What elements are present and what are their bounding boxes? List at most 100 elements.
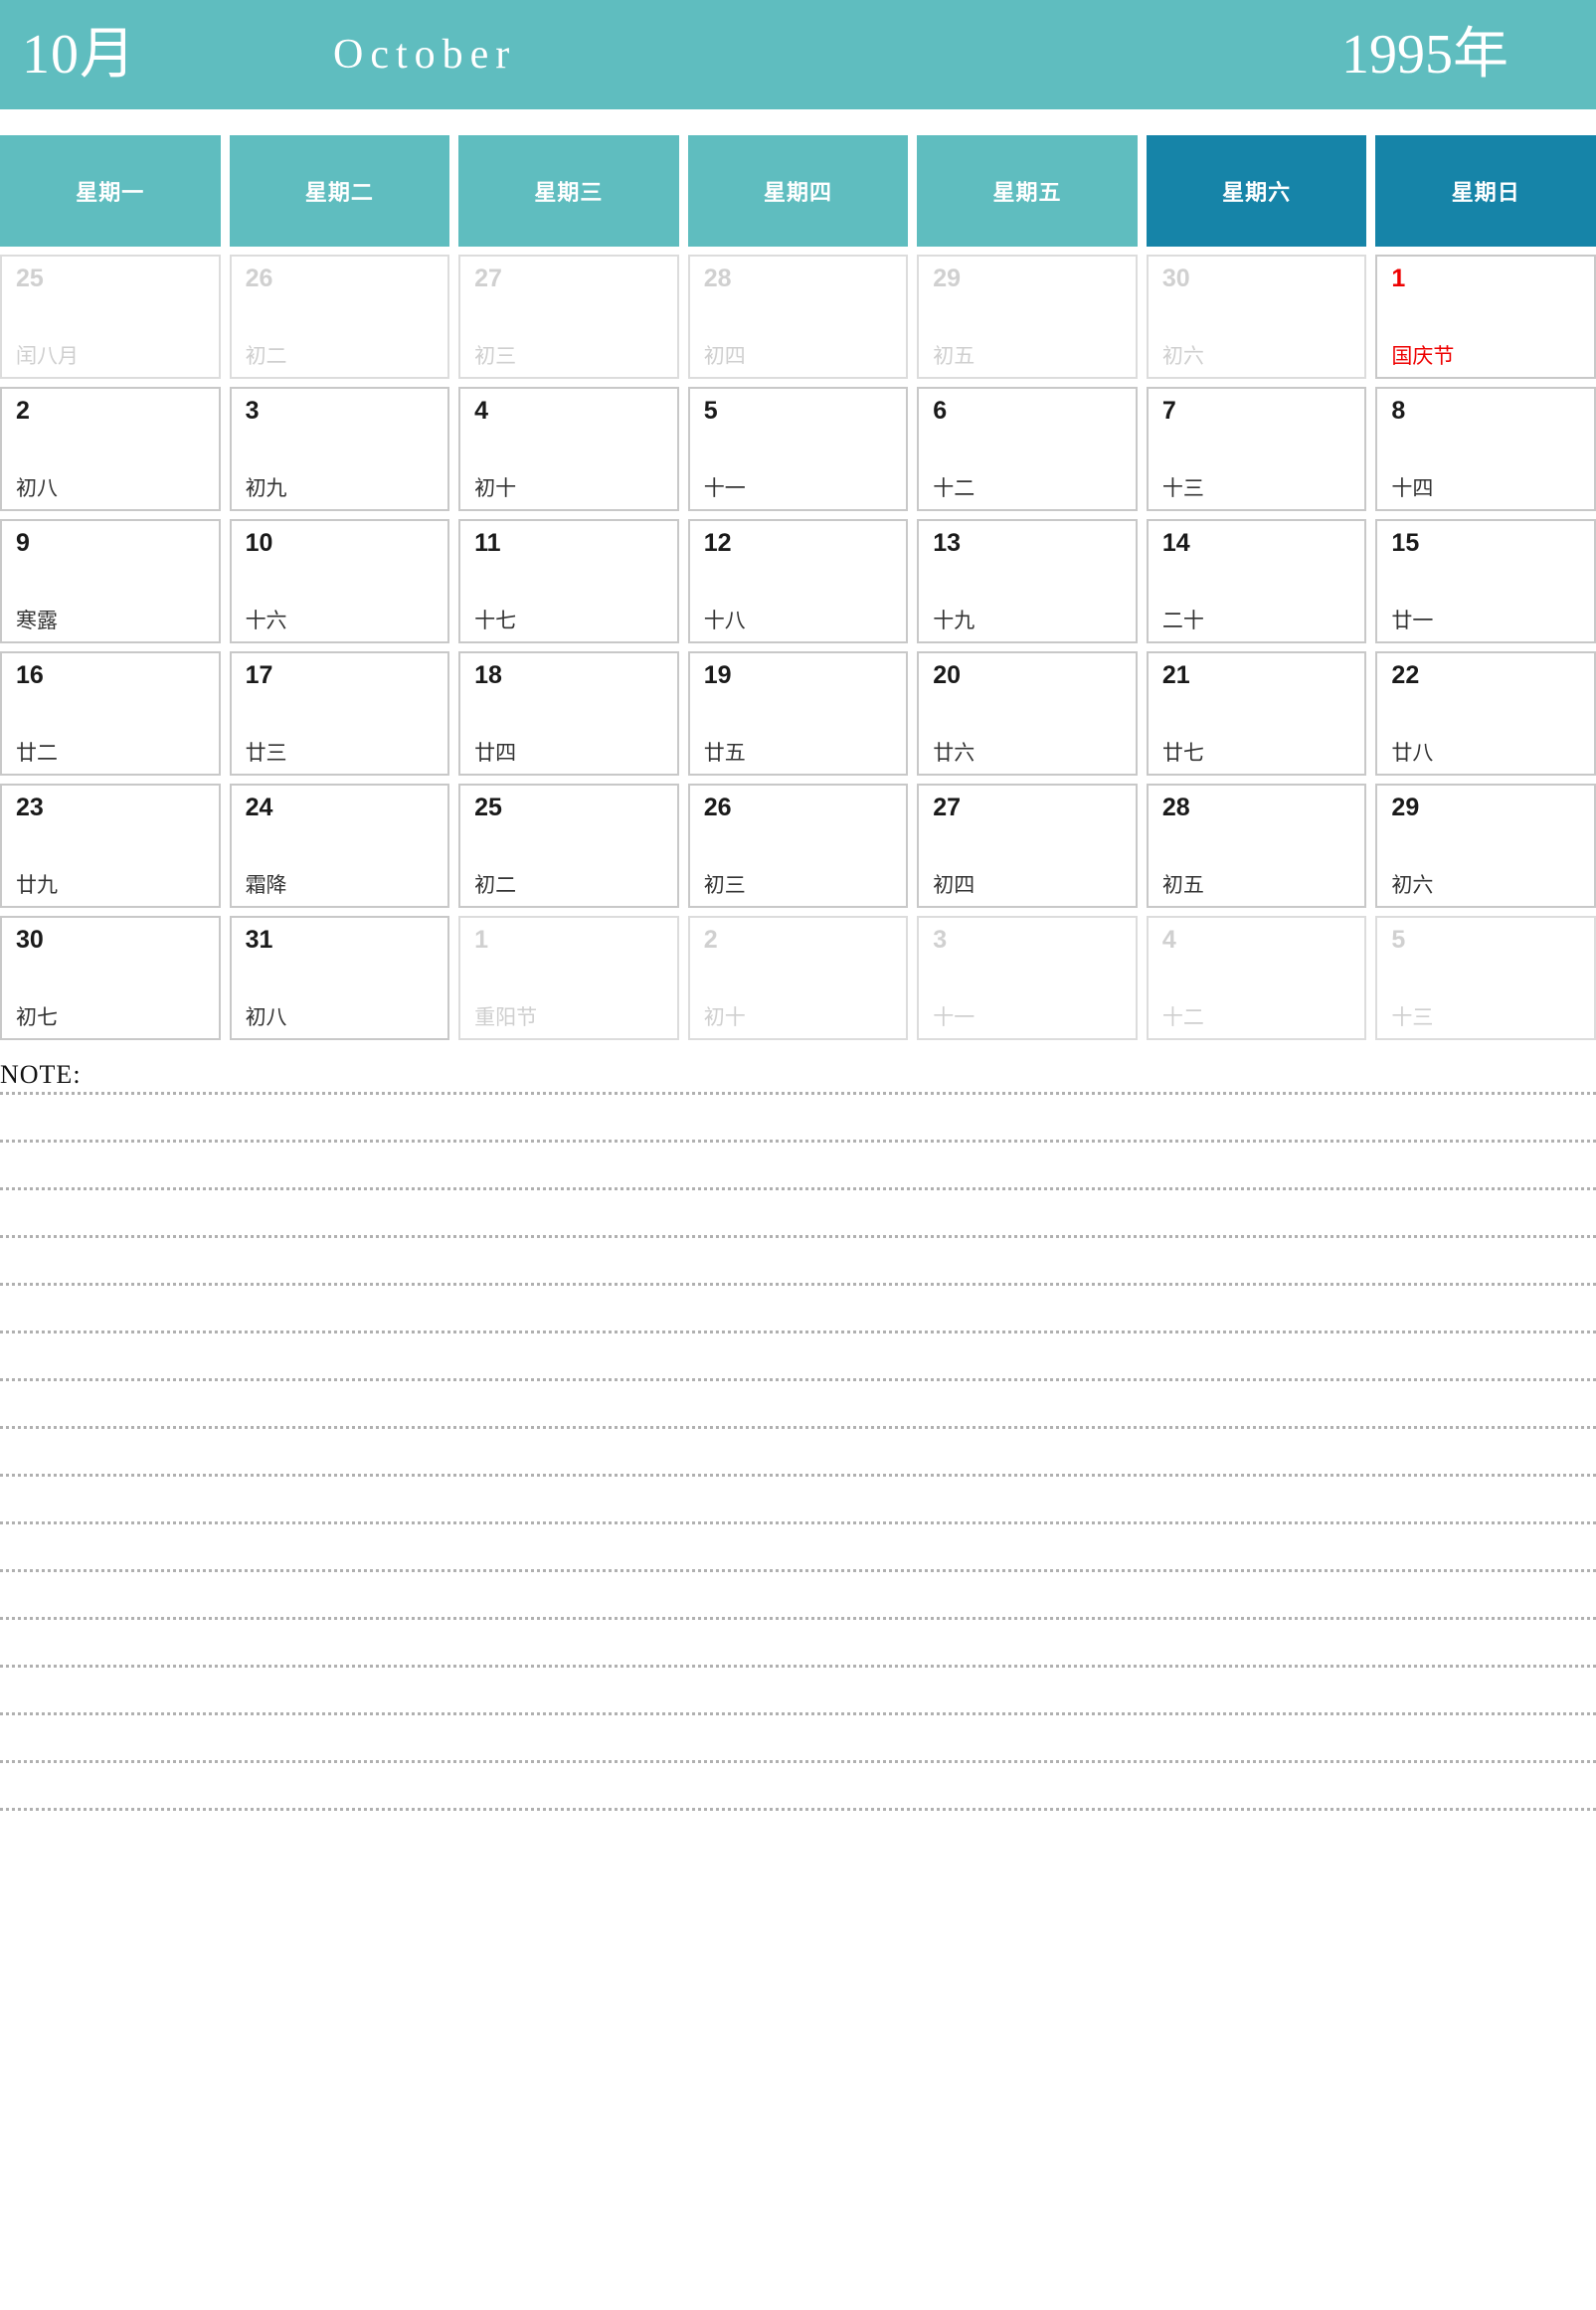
day-lunar-label: 初四 [703, 344, 746, 368]
day-number: 5 [1391, 926, 1406, 954]
day-cell[interactable]: 14 二十 [1146, 519, 1367, 643]
day-cell[interactable]: 30 初七 [0, 916, 221, 1040]
day-cell[interactable]: 10 十六 [229, 519, 450, 643]
day-cell[interactable]: 2 初十 [687, 916, 909, 1040]
note-write-line[interactable] [0, 1378, 1596, 1381]
day-cell[interactable]: 7 十三 [1146, 387, 1367, 511]
day-cell[interactable]: 23 廿九 [0, 784, 221, 908]
day-lunar-label: 重阳节 [474, 1005, 538, 1029]
day-number: 2 [16, 397, 30, 425]
day-cell[interactable]: 18 廿四 [458, 651, 679, 776]
day-cell[interactable]: 26 初二 [229, 255, 450, 379]
day-cell[interactable]: 5 十一 [687, 387, 909, 511]
day-lunar-label: 初四 [933, 873, 975, 897]
day-number: 14 [1161, 529, 1190, 557]
note-write-line[interactable] [0, 1092, 1596, 1095]
day-lunar-label: 二十 [1161, 609, 1204, 632]
day-cell[interactable]: 19 廿五 [687, 651, 909, 776]
weekday-header-row: 星期一 星期二 星期三 星期四 星期五 星期六 星期日 [0, 135, 1596, 247]
day-cell[interactable]: 9 寒露 [0, 519, 221, 643]
day-cell[interactable]: 27 初四 [917, 784, 1138, 908]
month-label-cn: 10月 [22, 24, 136, 86]
note-write-line[interactable] [0, 1474, 1596, 1477]
note-write-line[interactable] [0, 1140, 1596, 1143]
day-number: 25 [474, 794, 502, 821]
day-cell[interactable]: 3 初九 [229, 387, 450, 511]
calendar-weeks: 25 闰八月 26 初二 27 初三 28 初四 29 初五 30 初六 1 国庆节 2 初八 3 初九 4 初十 5 十… [0, 255, 1596, 1040]
day-number: 4 [474, 397, 489, 425]
day-cell[interactable]: 22 廿八 [1375, 651, 1596, 776]
day-cell[interactable]: 5 十三 [1375, 916, 1596, 1040]
day-number: 11 [474, 529, 501, 557]
day-number: 21 [1161, 661, 1190, 689]
day-cell[interactable]: 28 初四 [687, 255, 909, 379]
day-number: 1 [1391, 265, 1406, 292]
day-lunar-label: 十四 [1391, 476, 1434, 500]
day-number: 31 [245, 926, 273, 954]
note-write-line[interactable] [0, 1235, 1596, 1238]
day-cell[interactable]: 28 初五 [1146, 784, 1367, 908]
day-cell[interactable]: 2 初八 [0, 387, 221, 511]
day-cell[interactable]: 24 霜降 [229, 784, 450, 908]
day-cell[interactable]: 27 初三 [458, 255, 679, 379]
note-write-line[interactable] [0, 1569, 1596, 1572]
day-number: 12 [703, 529, 732, 557]
day-lunar-label: 初九 [245, 476, 287, 500]
day-cell[interactable]: 17 廿三 [229, 651, 450, 776]
day-number: 28 [703, 265, 732, 292]
day-lunar-label: 廿一 [1391, 609, 1434, 632]
weekday-label: 星期五 [992, 180, 1062, 205]
day-cell[interactable]: 12 十八 [687, 519, 909, 643]
day-number: 17 [245, 661, 273, 689]
day-lunar-label: 霜降 [245, 873, 287, 897]
day-lunar-label: 十二 [933, 476, 975, 500]
day-cell[interactable]: 8 十四 [1375, 387, 1596, 511]
day-cell[interactable]: 31 初八 [229, 916, 450, 1040]
note-write-line[interactable] [0, 1426, 1596, 1429]
day-cell[interactable]: 1 国庆节 [1375, 255, 1596, 379]
day-lunar-label: 初八 [16, 476, 58, 500]
day-lunar-label: 廿七 [1161, 741, 1204, 765]
day-cell[interactable]: 29 初六 [1375, 784, 1596, 908]
day-number: 2 [703, 926, 718, 954]
day-cell[interactable]: 1 重阳节 [458, 916, 679, 1040]
day-cell[interactable]: 21 廿七 [1146, 651, 1367, 776]
day-cell[interactable]: 3 十一 [917, 916, 1138, 1040]
day-cell[interactable]: 20 廿六 [917, 651, 1138, 776]
calendar-week-row: 25 闰八月 26 初二 27 初三 28 初四 29 初五 30 初六 1 国庆节 [0, 255, 1596, 379]
note-write-line[interactable] [0, 1712, 1596, 1715]
note-write-line[interactable] [0, 1187, 1596, 1190]
day-cell[interactable]: 6 十二 [917, 387, 1138, 511]
day-cell[interactable]: 25 初二 [458, 784, 679, 908]
day-lunar-label: 初五 [1161, 873, 1204, 897]
calendar-grid: 星期一 星期二 星期三 星期四 星期五 星期六 星期日 25 闰八月 26 初二 27 初三 28 初四 2… [0, 135, 1596, 1040]
calendar-header: 10月 October 1995年 [0, 0, 1596, 109]
day-cell[interactable]: 15 廿一 [1375, 519, 1596, 643]
day-cell[interactable]: 11 十七 [458, 519, 679, 643]
day-number: 3 [245, 397, 260, 425]
weekday-label: 星期日 [1451, 180, 1520, 205]
note-write-line[interactable] [0, 1617, 1596, 1620]
day-cell[interactable]: 30 初六 [1146, 255, 1367, 379]
note-write-line[interactable] [0, 1760, 1596, 1763]
day-lunar-label: 十二 [1161, 1005, 1204, 1029]
note-write-line[interactable] [0, 1283, 1596, 1286]
note-write-line[interactable] [0, 1808, 1596, 1811]
day-cell[interactable]: 4 十二 [1146, 916, 1367, 1040]
day-number: 3 [933, 926, 948, 954]
day-lunar-label: 初二 [474, 873, 517, 897]
note-write-line[interactable] [0, 1521, 1596, 1524]
day-cell[interactable]: 29 初五 [917, 255, 1138, 379]
day-number: 23 [16, 794, 44, 821]
day-lunar-label: 廿四 [474, 741, 517, 765]
day-cell[interactable]: 25 闰八月 [0, 255, 221, 379]
day-cell[interactable]: 26 初三 [687, 784, 909, 908]
weekday-header-1: 星期一 [0, 135, 221, 247]
note-write-line[interactable] [0, 1665, 1596, 1668]
day-cell[interactable]: 16 廿二 [0, 651, 221, 776]
day-cell[interactable]: 13 十九 [917, 519, 1138, 643]
note-write-line[interactable] [0, 1331, 1596, 1333]
note-label: NOTE: [0, 1060, 82, 1089]
day-lunar-label: 闰八月 [16, 344, 79, 368]
day-cell[interactable]: 4 初十 [458, 387, 679, 511]
